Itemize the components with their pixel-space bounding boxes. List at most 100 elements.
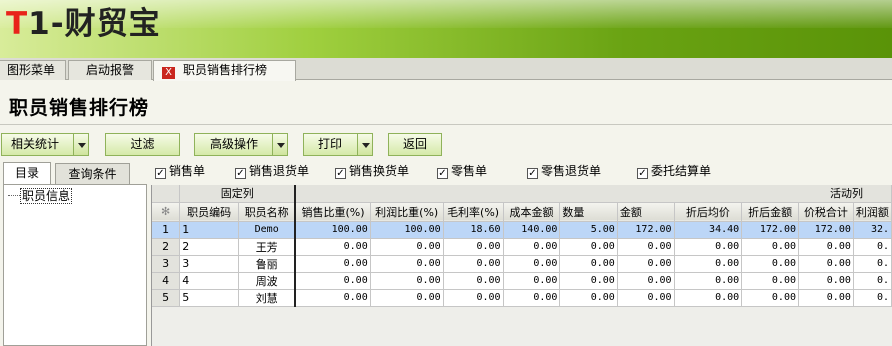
filter-button[interactable]: 过滤: [105, 133, 180, 156]
checkbox-sales-return[interactable]: ✓ 销售退货单: [235, 163, 309, 179]
cell-value: 0.00: [741, 272, 799, 290]
data-grid[interactable]: 固定列 活动列 ✻ 职员编码 职员名称 销售比重(%) 利润比重(%) 毛利率(…: [151, 185, 892, 346]
cell-value: 0.00: [741, 238, 799, 256]
cell-value: 0.00: [674, 289, 743, 307]
row-number: 1: [152, 221, 181, 239]
cell-value: 0.00: [617, 289, 675, 307]
cell-value: 0.00: [370, 238, 444, 256]
column-header[interactable]: 金额: [617, 202, 675, 222]
cell-code: 5: [179, 289, 240, 307]
row-number: 3: [152, 255, 181, 273]
column-header[interactable]: 利润额: [853, 202, 892, 222]
cell-name: 周波: [238, 272, 297, 290]
cell-value: 172.00: [617, 221, 675, 239]
tab-label: 查询条件: [68, 167, 117, 181]
advanced-ops-button[interactable]: 高级操作: [194, 133, 288, 156]
group-active-columns: 活动列: [295, 185, 892, 203]
column-header[interactable]: 数量: [559, 202, 618, 222]
cell-value: 172.00: [798, 221, 854, 239]
button-label: 打印: [318, 137, 343, 151]
cell-value: 0.: [853, 238, 892, 256]
tab-staff-sales-ranking[interactable]: X 职员销售排行榜: [153, 60, 296, 81]
checkmark-icon[interactable]: ✓: [437, 168, 448, 179]
cell-value: 0.00: [370, 255, 444, 273]
checkbox-sales-exchange[interactable]: ✓ 销售换货单: [335, 163, 409, 179]
tab-catalog[interactable]: 目录: [3, 162, 51, 185]
cell-value: 0.00: [443, 238, 504, 256]
group-fixed-columns: 固定列: [179, 185, 297, 203]
checkbox-sales-order[interactable]: ✓ 销售单: [155, 163, 205, 179]
checkmark-icon[interactable]: ✓: [335, 168, 346, 179]
button-label: 过滤: [130, 137, 155, 151]
checkbox-label: 零售单: [451, 164, 488, 178]
cell-value: 0.00: [503, 289, 561, 307]
cell-value: 0.00: [295, 255, 371, 273]
cell-value: 0.: [853, 289, 892, 307]
group-corner: [152, 185, 181, 203]
row-number: 5: [152, 289, 181, 307]
chevron-down-icon[interactable]: [357, 134, 372, 155]
chevron-down-icon[interactable]: [73, 134, 88, 155]
checkmark-icon[interactable]: ✓: [637, 168, 648, 179]
checkbox-label: 委托结算单: [651, 164, 712, 178]
cell-value: 0.00: [617, 238, 675, 256]
cell-value: 0.00: [370, 289, 444, 307]
tab-graphic-menu[interactable]: 图形菜单: [0, 60, 66, 80]
cell-value: 0.00: [798, 289, 854, 307]
cell-value: 0.00: [443, 272, 504, 290]
cell-value: 0.00: [443, 289, 504, 307]
checkbox-label: 销售退货单: [249, 164, 310, 178]
checkbox-consignment[interactable]: ✓ 委托结算单: [637, 163, 711, 179]
table-row[interactable]: 5 5 刘慧 0.00 0.00 0.00 0.00 0.00 0.00 0.0…: [152, 289, 892, 307]
cell-value: 18.60: [443, 221, 504, 239]
table-row[interactable]: 1 1 Demo 100.00 100.00 18.60 140.00 5.00…: [152, 221, 892, 239]
column-header[interactable]: 价税合计: [798, 202, 854, 222]
column-header[interactable]: 销售比重(%): [295, 202, 371, 222]
column-header[interactable]: 成本金额: [503, 202, 561, 222]
table-row[interactable]: 4 4 周波 0.00 0.00 0.00 0.00 0.00 0.00 0.0…: [152, 272, 892, 290]
grid-table: 固定列 活动列 ✻ 职员编码 职员名称 销售比重(%) 利润比重(%) 毛利率(…: [152, 185, 892, 307]
button-label: 高级操作: [210, 137, 259, 151]
checkbox-retail-return[interactable]: ✓ 零售退货单: [527, 163, 601, 179]
button-label: 返回: [402, 137, 427, 151]
table-row[interactable]: 2 2 王芳 0.00 0.00 0.00 0.00 0.00 0.00 0.0…: [152, 238, 892, 256]
tab-label: 职员销售排行榜: [183, 63, 268, 77]
cell-value: 0.: [853, 272, 892, 290]
print-button[interactable]: 打印: [303, 133, 373, 156]
tree-node-staff-info[interactable]: 职员信息: [8, 187, 73, 204]
close-icon[interactable]: X: [162, 67, 175, 79]
cell-value: 0.00: [443, 255, 504, 273]
column-header[interactable]: 职员编码: [179, 202, 240, 222]
chevron-down-icon[interactable]: [272, 134, 287, 155]
tab-label: 目录: [14, 166, 39, 180]
tab-query-conditions[interactable]: 查询条件: [55, 163, 130, 185]
checkmark-icon[interactable]: ✓: [155, 168, 166, 179]
cell-value: 32.: [853, 221, 892, 239]
cell-value: 0.00: [741, 289, 799, 307]
tab-startup-alarm[interactable]: 启动报警: [68, 60, 152, 80]
related-stats-button[interactable]: 相关统计: [1, 133, 89, 156]
checkbox-retail-order[interactable]: ✓ 零售单: [437, 163, 487, 179]
column-header[interactable]: 利润比重(%): [370, 202, 444, 222]
table-row[interactable]: 3 3 鲁丽 0.00 0.00 0.00 0.00 0.00 0.00 0.0…: [152, 255, 892, 273]
cell-value: 0.00: [559, 255, 618, 273]
app-logo: T1-财贸宝: [6, 6, 161, 42]
checkbox-label: 销售换货单: [349, 164, 410, 178]
column-header[interactable]: 毛利率(%): [443, 202, 504, 222]
column-header[interactable]: 折后金额: [741, 202, 799, 222]
app-banner: T1-财贸宝: [0, 0, 892, 58]
logo-t: T: [6, 6, 29, 42]
tab-label: 图形菜单: [7, 63, 56, 77]
back-button[interactable]: 返回: [388, 133, 442, 156]
cell-value: 0.00: [674, 238, 743, 256]
checkmark-icon[interactable]: ✓: [527, 168, 538, 179]
column-header[interactable]: 折后均价: [674, 202, 743, 222]
tree-connector: [8, 195, 20, 196]
cell-value: 0.00: [503, 238, 561, 256]
column-header[interactable]: 职员名称: [238, 202, 297, 222]
cell-name: Demo: [238, 221, 297, 239]
cell-value: 0.: [853, 255, 892, 273]
checkmark-icon[interactable]: ✓: [235, 168, 246, 179]
cell-value: 0.00: [559, 238, 618, 256]
cell-value: 100.00: [295, 221, 371, 239]
